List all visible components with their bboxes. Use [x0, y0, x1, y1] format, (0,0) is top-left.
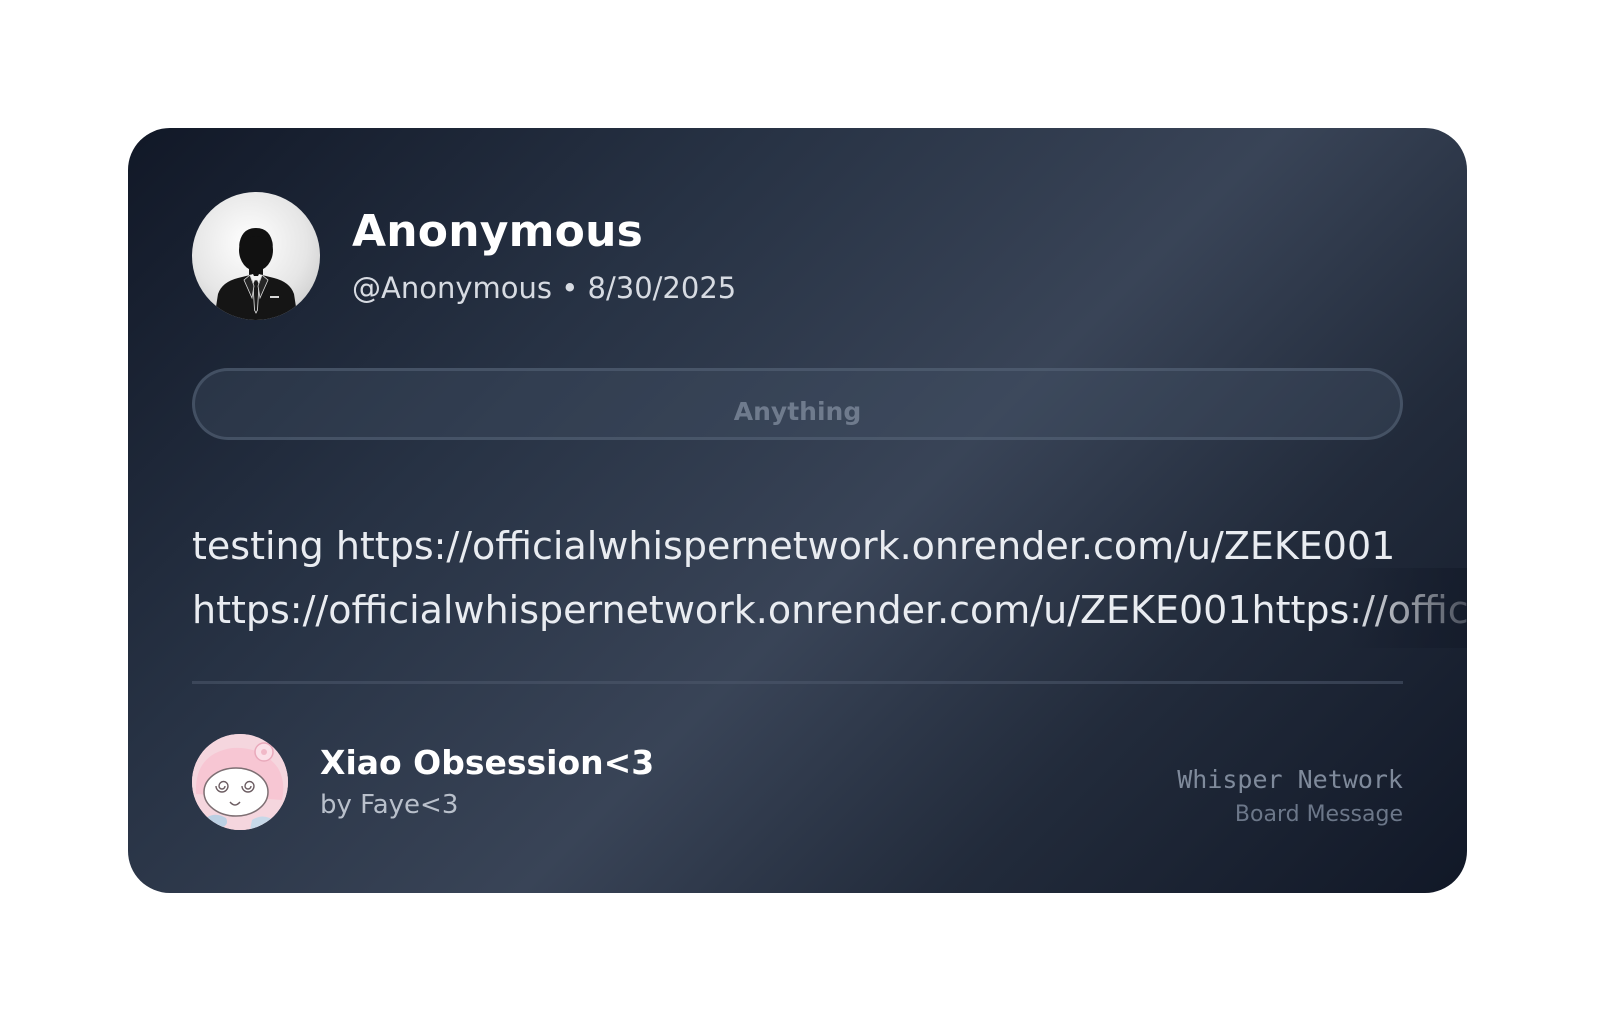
category-tag-label: Anything	[733, 396, 862, 426]
post-header: Anonymous @Anonymous • 8/30/2025	[192, 192, 736, 320]
message-body: testing https://officialwhispernetwork.o…	[192, 514, 1467, 642]
message-line: testing https://officialwhispernetwork.o…	[192, 524, 1396, 568]
board-text: Xiao Obsession<3 by Faye<3	[320, 742, 654, 822]
brand-subtitle: Board Message	[1234, 802, 1403, 827]
board-name[interactable]: Xiao Obsession<3	[320, 742, 654, 784]
brand-block: Whisper Network Board Message	[1177, 764, 1403, 830]
board-author: by Faye<3	[320, 790, 459, 820]
category-tag[interactable]: Anything	[192, 368, 1403, 440]
author-name[interactable]: Anonymous	[352, 205, 736, 259]
author-handle-date: @Anonymous • 8/30/2025	[352, 271, 737, 305]
board-info[interactable]: Xiao Obsession<3 by Faye<3	[192, 734, 654, 830]
brand-name: Whisper Network	[1177, 765, 1403, 794]
message-card: Anonymous @Anonymous • 8/30/2025 Anythin…	[128, 128, 1467, 893]
divider	[192, 681, 1403, 684]
board-avatar[interactable]	[192, 734, 288, 830]
anonymous-person-icon	[214, 228, 298, 320]
message-line: https://officialwhispernetwork.onrender.…	[192, 588, 1467, 632]
cartoon-character-icon	[192, 734, 288, 830]
author-avatar[interactable]	[192, 192, 320, 320]
author-block: Anonymous @Anonymous • 8/30/2025	[352, 205, 736, 307]
